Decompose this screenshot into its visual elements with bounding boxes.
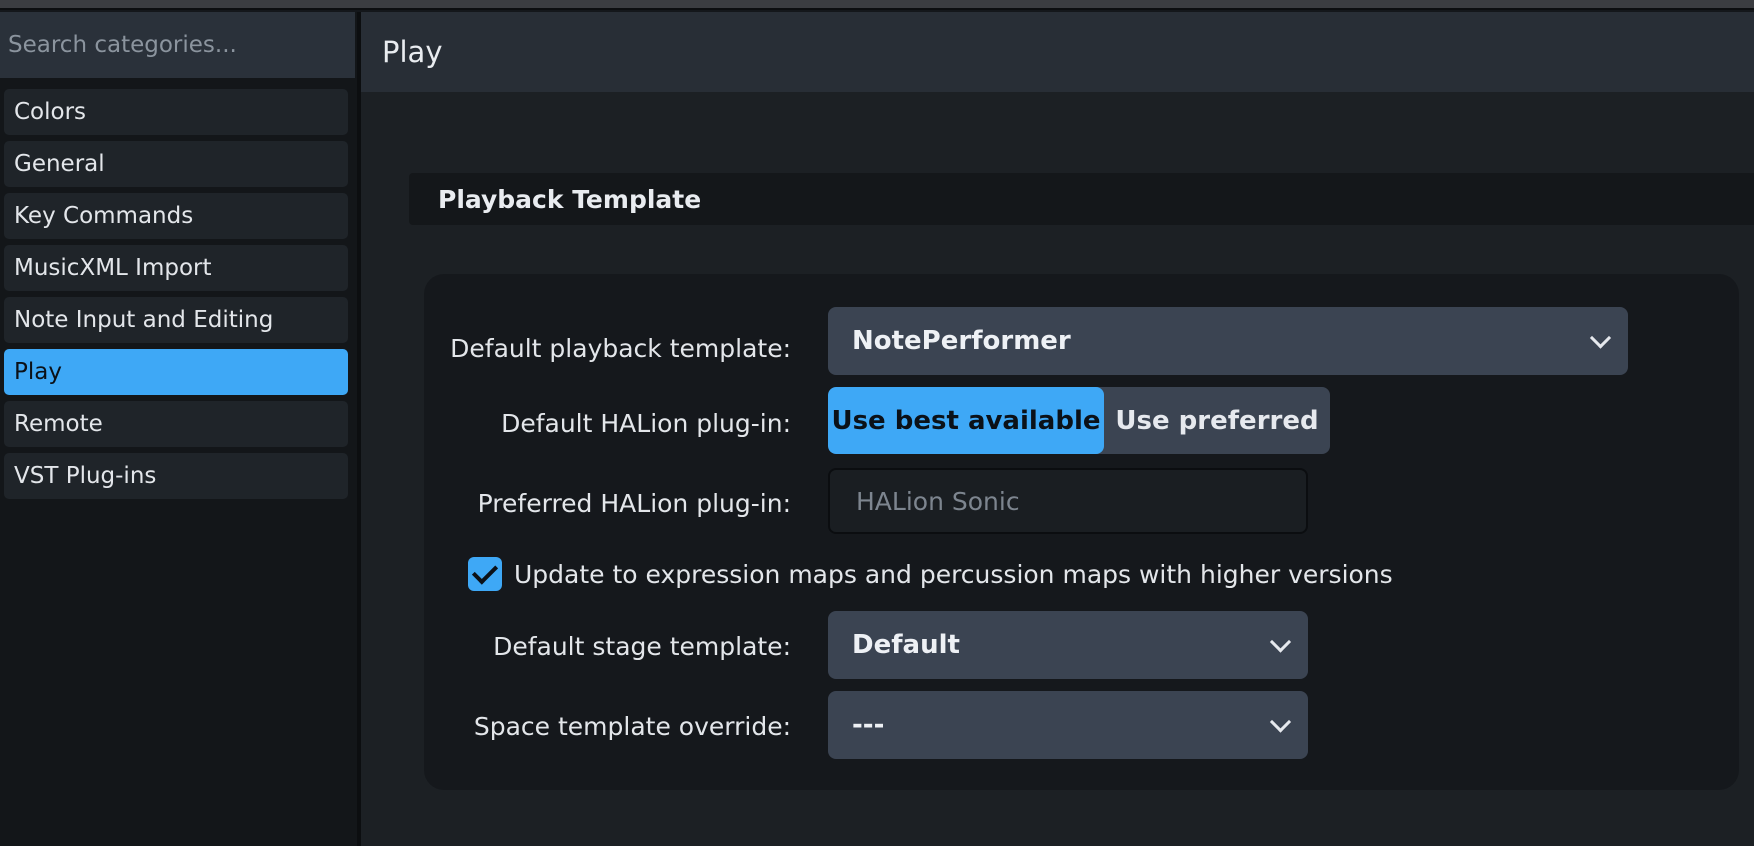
update-maps-checkbox[interactable] — [468, 557, 502, 591]
preferred-halion-input[interactable] — [828, 468, 1308, 534]
category-item-label: Note Input and Editing — [14, 307, 274, 333]
update-maps-label: Update to expression maps and percussion… — [514, 559, 1393, 589]
space-override-dropdown[interactable]: --- — [828, 691, 1308, 759]
stage-template-dropdown[interactable]: Default — [828, 611, 1308, 679]
section-title: Playback Template — [438, 184, 702, 214]
category-item-label: Colors — [14, 99, 87, 125]
category-item-musicxml-import[interactable]: MusicXML Import — [4, 245, 348, 291]
use-best-available-button[interactable]: Use best available — [828, 387, 1104, 454]
window-top-bar — [0, 0, 1754, 10]
space-override-label: Space template override: — [473, 711, 791, 741]
checkmark-icon — [471, 558, 499, 585]
category-item-play[interactable]: Play — [4, 349, 348, 395]
category-item-vst-plug-ins[interactable]: VST Plug-ins — [4, 453, 348, 499]
category-item-label: Play — [14, 359, 62, 385]
space-override-value: --- — [852, 710, 885, 740]
category-sidebar: Colors General Key Commands MusicXML Imp… — [0, 12, 357, 846]
category-item-label: MusicXML Import — [14, 255, 212, 281]
use-preferred-button[interactable]: Use preferred — [1104, 387, 1330, 454]
category-list: Colors General Key Commands MusicXML Imp… — [4, 89, 348, 505]
category-item-remote[interactable]: Remote — [4, 401, 348, 447]
page-title: Play — [382, 35, 443, 69]
playback-template-value: NotePerformer — [852, 326, 1071, 356]
page-header: Play — [361, 12, 1754, 92]
stage-template-value: Default — [852, 630, 960, 660]
category-item-colors[interactable]: Colors — [4, 89, 348, 135]
chevron-down-icon — [1269, 711, 1292, 733]
category-item-note-input-and-editing[interactable]: Note Input and Editing — [4, 297, 348, 343]
category-item-label: Key Commands — [14, 203, 194, 229]
preferred-halion-label: Preferred HALion plug-in: — [477, 488, 791, 518]
category-item-label: Remote — [14, 411, 103, 437]
category-item-key-commands[interactable]: Key Commands — [4, 193, 348, 239]
category-item-label: General — [14, 151, 105, 177]
chevron-down-icon — [1269, 631, 1292, 653]
chevron-down-icon — [1589, 327, 1612, 349]
halion-plugin-segmented-control: Use best available Use preferred — [828, 387, 1330, 454]
playback-template-dropdown[interactable]: NotePerformer — [828, 307, 1628, 375]
stage-template-label: Default stage template: — [493, 631, 791, 661]
halion-plugin-label: Default HALion plug-in: — [501, 408, 791, 438]
search-categories-input[interactable] — [0, 12, 355, 78]
category-item-general[interactable]: General — [4, 141, 348, 187]
category-item-label: VST Plug-ins — [14, 463, 157, 489]
playback-template-label: Default playback template: — [450, 333, 791, 363]
section-header: Playback Template — [409, 173, 1754, 225]
